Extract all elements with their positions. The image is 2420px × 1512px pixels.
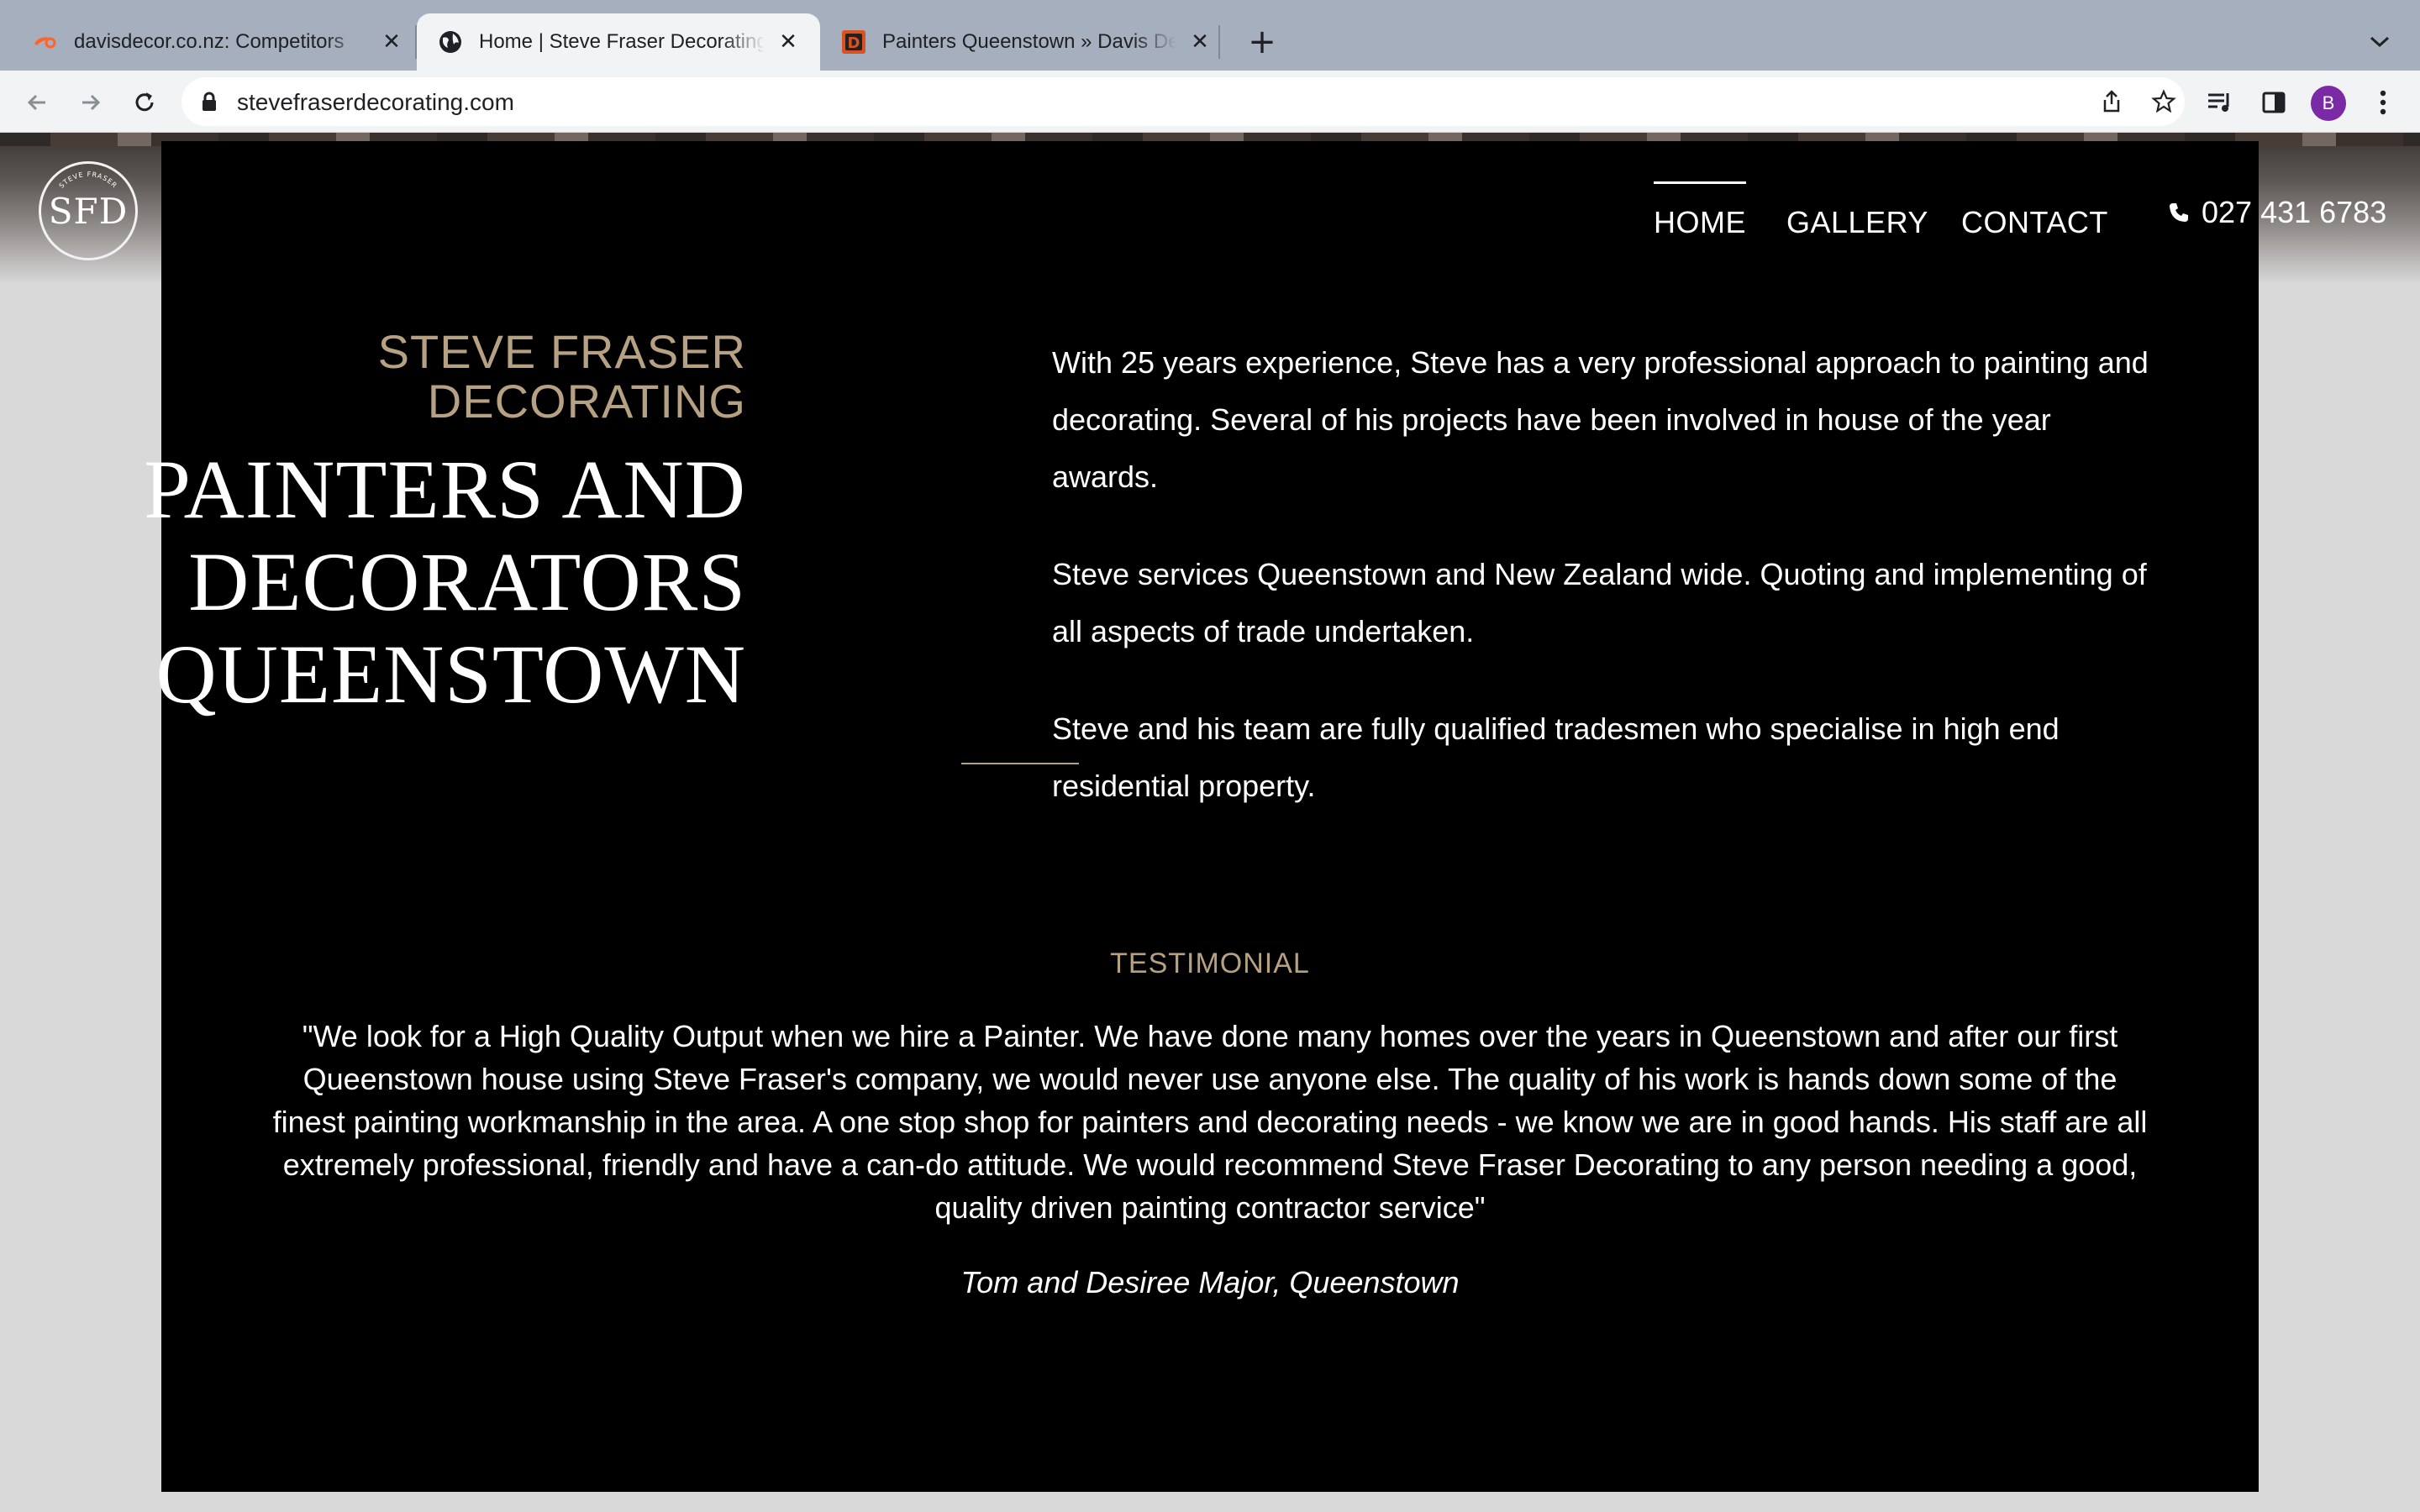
tab-title: Painters Queenstown » Davis Decor [882, 30, 1176, 53]
testimonial-heading: TESTIMONIAL [1110, 948, 1310, 979]
about-paragraph: With 25 years experience, Steve has a ve… [1052, 345, 2149, 494]
browser-tab-strip: davisdecor.co.nz: Competitors ✕ Home | S… [0, 0, 2420, 71]
nav-gallery[interactable]: GALLERY [1786, 205, 1928, 240]
reload-icon [135, 92, 154, 112]
headline-line3: QUEENSTOWN [155, 627, 746, 721]
nav-home[interactable]: HOME [1654, 181, 1746, 240]
brand-title: STEVE FRASER DECORATING [74, 325, 746, 428]
svg-text:STEVE FRASER: STEVE FRASER [58, 171, 119, 190]
side-panel-icon[interactable] [2259, 87, 2289, 118]
brand-title-line2: DECORATING [427, 374, 746, 428]
globe-icon [437, 29, 464, 55]
content-panel: HOME GALLERY CONTACT STEVE FRASER DECORA… [144, 141, 2259, 1492]
page-viewport: HOME GALLERY CONTACT STEVE FRASER DECORA… [0, 133, 2420, 1512]
url-text[interactable]: stevefraserdecorating.com [237, 89, 514, 116]
bookmark-star-icon[interactable] [2151, 89, 2176, 114]
headline-line1: PAINTERS AND [144, 443, 746, 536]
close-icon[interactable]: ✕ [1188, 29, 1212, 55]
forward-button[interactable] [72, 84, 109, 121]
about-paragraph: Steve and his team are fully qualified t… [1052, 711, 2060, 803]
media-controls-icon[interactable] [2205, 87, 2235, 118]
page-headline: PAINTERS AND DECORATORS QUEENSTOWN [0, 444, 746, 721]
sfd-logo[interactable]: STEVE FRASER SFD [39, 161, 138, 260]
kebab-menu-icon[interactable] [2368, 87, 2398, 118]
brand-title-line1: STEVE FRASER [377, 325, 746, 378]
phone-number: 027 431 6783 [2202, 195, 2387, 229]
back-arrow-icon [27, 94, 45, 111]
logo-ring-text: STEVE FRASER [58, 171, 119, 190]
testimonial-author: Tom and Desiree Major, Queenstown [960, 1265, 1460, 1299]
headline-line2: DECORATORS [188, 535, 746, 628]
about-text: With 25 years experience, Steve has a ve… [1052, 334, 2161, 815]
share-icon[interactable] [2099, 89, 2124, 114]
tab-separator [1218, 25, 1220, 59]
close-icon[interactable]: ✕ [380, 29, 403, 55]
tab-davisdecor-competitors[interactable]: davisdecor.co.nz: Competitors ✕ [12, 13, 424, 71]
reload-button[interactable] [126, 84, 163, 121]
phone-icon [2166, 200, 2191, 225]
about-paragraph: Steve services Queenstown and New Zealan… [1052, 557, 2147, 648]
d-logo-icon: D [840, 29, 867, 55]
close-icon[interactable]: ✕ [776, 29, 800, 55]
browser-toolbar: stevefraserdecorating.com B [0, 71, 2420, 133]
profile-avatar[interactable]: B [2311, 86, 2346, 121]
tab-title: Home | Steve Fraser Decorating [479, 30, 765, 53]
forward-arrow-icon [82, 94, 101, 111]
nav-contact[interactable]: CONTACT [1961, 205, 2108, 240]
testimonial-quote: "We look for a High Quality Output when … [272, 1019, 2148, 1225]
tab-painters-queenstown-davis[interactable]: D Painters Queenstown » Davis Decor ✕ [820, 13, 1232, 71]
svg-text:D: D [848, 34, 860, 52]
back-button[interactable] [18, 84, 55, 121]
new-tab-button[interactable]: + [1240, 20, 1284, 64]
address-bar[interactable]: stevefraserdecorating.com [182, 77, 2185, 126]
tab-title: davisdecor.co.nz: Competitors [74, 30, 345, 53]
tab-steve-fraser-home[interactable]: Home | Steve Fraser Decorating ✕ [417, 13, 820, 71]
semrush-icon [32, 29, 59, 55]
tab-search-chevron-icon[interactable] [2363, 25, 2396, 59]
lock-icon[interactable] [198, 91, 220, 113]
phone-number-link[interactable]: 027 431 6783 [2166, 195, 2386, 230]
